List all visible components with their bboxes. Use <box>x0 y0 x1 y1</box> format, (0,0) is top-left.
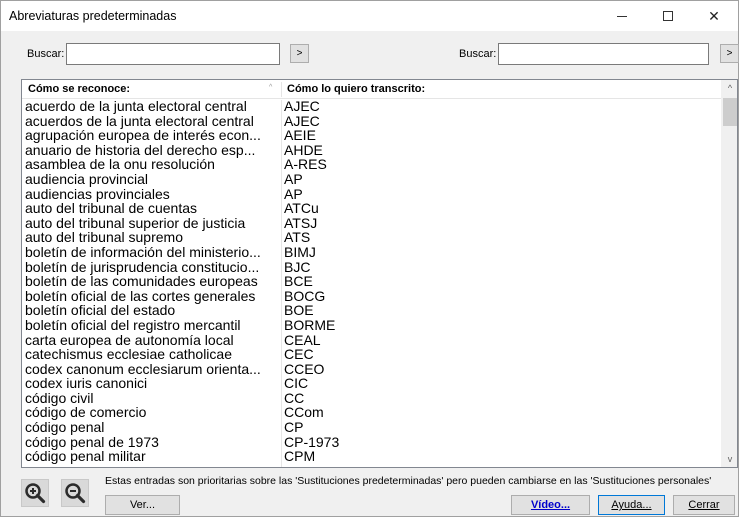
minimize-icon <box>617 15 627 17</box>
list-item-source: código penal militar <box>25 448 146 465</box>
list-header: Cómo se reconoce: ^ Cómo lo quiero trans… <box>22 80 722 99</box>
left-search-input[interactable] <box>66 43 280 65</box>
zoom-in-icon <box>25 483 46 504</box>
column-divider[interactable] <box>281 82 282 97</box>
column-header-transcribed[interactable]: Cómo lo quiero transcrito: <box>287 83 425 95</box>
left-search-label: Buscar: <box>27 48 65 60</box>
help-button[interactable]: Ayuda... <box>598 495 665 515</box>
help-label: Ayuda... <box>611 499 652 511</box>
vertical-scrollbar[interactable]: ^ v <box>721 80 737 467</box>
zoom-out-button[interactable] <box>61 479 89 507</box>
zoom-out-icon <box>65 483 86 504</box>
video-button[interactable]: Vídeo... <box>511 495 590 515</box>
list-rows: acuerdo de la junta electoral central AJE… <box>22 98 722 465</box>
list-item[interactable]: código penal militar CPM <box>22 448 722 465</box>
right-search-label: Buscar: <box>459 48 497 60</box>
zoom-in-button[interactable] <box>21 479 49 507</box>
minimize-button[interactable] <box>599 1 645 31</box>
abbreviations-list[interactable]: Cómo se reconoce: ^ Cómo lo quiero trans… <box>21 79 738 468</box>
right-search-go-button[interactable]: > <box>720 44 739 63</box>
close-button[interactable]: Cerrar <box>673 495 735 515</box>
close-icon: ✕ <box>708 7 720 24</box>
title-bar: Abreviaturas predeterminadas ✕ <box>1 1 738 31</box>
window-title: Abreviaturas predeterminadas <box>9 9 177 23</box>
ver-button[interactable]: Ver... <box>105 495 180 515</box>
maximize-button[interactable] <box>645 1 691 31</box>
video-label: Vídeo... <box>530 499 571 511</box>
priority-note: Estas entradas son prioritarias sobre la… <box>105 475 712 487</box>
scroll-up-icon[interactable]: ^ <box>722 80 737 96</box>
column-header-recognize[interactable]: Cómo se reconoce: <box>28 83 130 95</box>
dialog-window: Abreviaturas predeterminadas ✕ Buscar: >… <box>0 0 739 517</box>
sort-ascending-icon: ^ <box>269 84 273 91</box>
right-search-input[interactable] <box>498 43 709 65</box>
maximize-icon <box>663 11 673 21</box>
scrollbar-thumb[interactable] <box>723 98 737 126</box>
left-search-go-button[interactable]: > <box>290 44 309 63</box>
close-window-button[interactable]: ✕ <box>691 1 737 31</box>
list-item-abbreviation: CPM <box>284 448 316 465</box>
close-label: Cerrar <box>688 499 720 511</box>
scroll-down-icon[interactable]: v <box>722 451 737 467</box>
